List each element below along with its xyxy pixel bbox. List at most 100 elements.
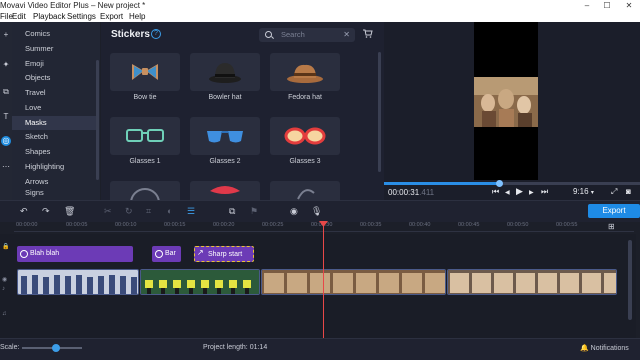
clear-search-icon[interactable]: ✕ xyxy=(343,30,350,39)
zoom-slider-knob[interactable] xyxy=(52,344,60,352)
category-masks[interactable]: Masks xyxy=(12,116,98,130)
record-voiceover-icon[interactable]: ◉ xyxy=(290,206,298,217)
title-clip-label: Sharp start xyxy=(208,251,243,258)
stickers-scrollbar[interactable] xyxy=(378,52,381,172)
category-objects[interactable]: Objects xyxy=(12,71,98,85)
sticker-tile-circle[interactable] xyxy=(110,181,180,200)
skip-back-icon[interactable]: ⏮ xyxy=(492,187,499,197)
video-clip-4[interactable] xyxy=(447,269,617,295)
fedora-hat-icon xyxy=(287,64,323,83)
snapshot-icon[interactable]: ◙ xyxy=(626,187,631,196)
video-track-audio-icon[interactable]: ♪ xyxy=(2,286,5,292)
sticker-tile-bow-tie[interactable] xyxy=(110,53,180,91)
preview-panel: 00:00:31.411 ⏮ ◀ ▶ ▶ ⏭ 9:16 ▾ ⤢ ◙ xyxy=(384,22,640,200)
sticker-tile-swirl[interactable] xyxy=(270,181,340,200)
search-input[interactable]: Search ✕ xyxy=(259,28,355,42)
category-sketch[interactable]: Sketch xyxy=(12,130,98,144)
progress-knob[interactable] xyxy=(496,180,504,187)
notifications-button[interactable]: 🔔 Notifications xyxy=(580,344,629,352)
time-frac: .411 xyxy=(419,188,435,197)
category-shapes[interactable]: Shapes xyxy=(12,145,98,159)
transitions-icon[interactable]: ⧉ xyxy=(1,87,11,97)
step-forward-icon[interactable]: ▶ xyxy=(529,189,534,196)
overlay-icon[interactable]: ⧉ xyxy=(229,206,235,217)
video-clip-2[interactable] xyxy=(140,269,260,295)
title-clip-blah-blah[interactable]: Blah blah xyxy=(17,246,133,262)
stickers-icon[interactable]: ◎ xyxy=(1,136,11,146)
sticker-label: Bowler hat xyxy=(208,94,242,101)
ruler-baseline xyxy=(14,231,634,232)
crop-icon[interactable]: ⌗ xyxy=(146,206,151,217)
audio-track-icon[interactable]: ♫ xyxy=(2,311,7,317)
cut-icon[interactable]: ✂ xyxy=(104,206,112,217)
lips-icon xyxy=(210,186,240,194)
category-emoji[interactable]: Emoji xyxy=(12,57,98,71)
menu-playback[interactable]: Playback xyxy=(33,11,65,22)
undo-icon[interactable]: ↶ xyxy=(20,206,28,217)
stickers-panel: Stickers ? Search ✕ Bow tie Bowler hat F… xyxy=(101,22,384,200)
add-track-icon[interactable]: ⊞ xyxy=(608,222,615,231)
playhead[interactable] xyxy=(323,224,324,338)
video-clip-1[interactable] xyxy=(17,269,139,295)
aspect-ratio-select[interactable]: 9:16 ▾ xyxy=(573,187,594,196)
menu-help[interactable]: Help xyxy=(129,11,145,22)
ruler-tick: 00:00:25 xyxy=(262,222,284,228)
microphone-icon[interactable]: 🎙 xyxy=(311,206,322,217)
color-adjust-icon[interactable]: ◐ xyxy=(167,206,172,216)
category-travel[interactable]: Travel xyxy=(12,86,98,100)
play-icon[interactable]: ▶ xyxy=(516,186,523,197)
titles-icon[interactable]: T xyxy=(1,112,11,122)
sticker-tile-glasses-3[interactable] xyxy=(270,117,340,155)
menu-edit[interactable]: Edit xyxy=(12,11,26,22)
swirl-icon xyxy=(297,189,315,200)
delete-icon[interactable]: 🗑 xyxy=(64,206,75,217)
sticker-tile-lips[interactable] xyxy=(190,181,260,200)
maximize-button[interactable]: ☐ xyxy=(600,0,614,11)
stickers-title: Stickers xyxy=(111,29,150,40)
clip-properties-icon[interactable]: ☰ xyxy=(187,206,195,217)
category-scrollbar[interactable] xyxy=(96,60,99,180)
search-icon xyxy=(265,31,272,38)
menu-export[interactable]: Export xyxy=(100,11,123,22)
filters-icon[interactable]: ✦ xyxy=(1,60,11,70)
close-button[interactable]: ✕ xyxy=(622,0,636,11)
video-track-eye-icon[interactable]: ◉ xyxy=(2,276,7,283)
category-love[interactable]: Love xyxy=(12,101,98,115)
sticker-label: Fedora hat xyxy=(288,94,322,101)
video-clip-3[interactable] xyxy=(261,269,446,295)
import-icon[interactable]: + xyxy=(1,30,11,40)
fullscreen-icon[interactable]: ⤢ xyxy=(611,187,617,197)
timeline-scrollbar[interactable] xyxy=(628,240,632,320)
sticker-tile-bowler-hat[interactable] xyxy=(190,53,260,91)
ruler-tick: 00:00:40 xyxy=(409,222,431,228)
help-icon[interactable]: ? xyxy=(151,29,161,39)
rotate-icon[interactable]: ↻ xyxy=(125,206,133,217)
title-clip-label: Bar xyxy=(165,250,176,257)
category-comics[interactable]: Comics xyxy=(12,27,98,41)
sticker-tile-glasses-2[interactable] xyxy=(190,117,260,155)
glasses-3-icon xyxy=(284,127,326,145)
export-button[interactable]: Export xyxy=(588,204,640,218)
category-arrows[interactable]: Arrows xyxy=(12,175,98,189)
redo-icon[interactable]: ↷ xyxy=(42,206,50,217)
step-back-icon[interactable]: ◀ xyxy=(505,189,510,196)
cart-icon[interactable] xyxy=(363,29,373,40)
glasses-1-icon xyxy=(126,129,164,142)
title-clip-bar[interactable]: Bar xyxy=(152,246,181,262)
minimize-button[interactable]: – xyxy=(580,0,594,11)
menu-bar: File Edit Playback Settings Export Help xyxy=(0,11,640,22)
menu-file[interactable]: File xyxy=(0,11,13,22)
marker-icon[interactable]: ⚑ xyxy=(250,206,258,217)
skip-forward-icon[interactable]: ⏭ xyxy=(541,187,548,197)
more-icon[interactable]: ⋯ xyxy=(1,162,11,172)
title-clip-sharp-start[interactable]: ↗ Sharp start xyxy=(194,246,254,262)
playback-progress[interactable] xyxy=(384,180,640,187)
menu-settings[interactable]: Settings xyxy=(67,11,96,22)
title-track-lock-icon[interactable]: 🔒 xyxy=(2,243,9,250)
title-bar: Movavi Video Editor Plus – New project *… xyxy=(0,0,640,11)
category-summer[interactable]: Summer xyxy=(12,42,98,56)
category-highlighting[interactable]: Highlighting xyxy=(12,160,98,174)
sticker-tile-fedora-hat[interactable] xyxy=(270,53,340,91)
category-signs[interactable]: Signs xyxy=(12,189,98,199)
sticker-tile-glasses-1[interactable] xyxy=(110,117,180,155)
